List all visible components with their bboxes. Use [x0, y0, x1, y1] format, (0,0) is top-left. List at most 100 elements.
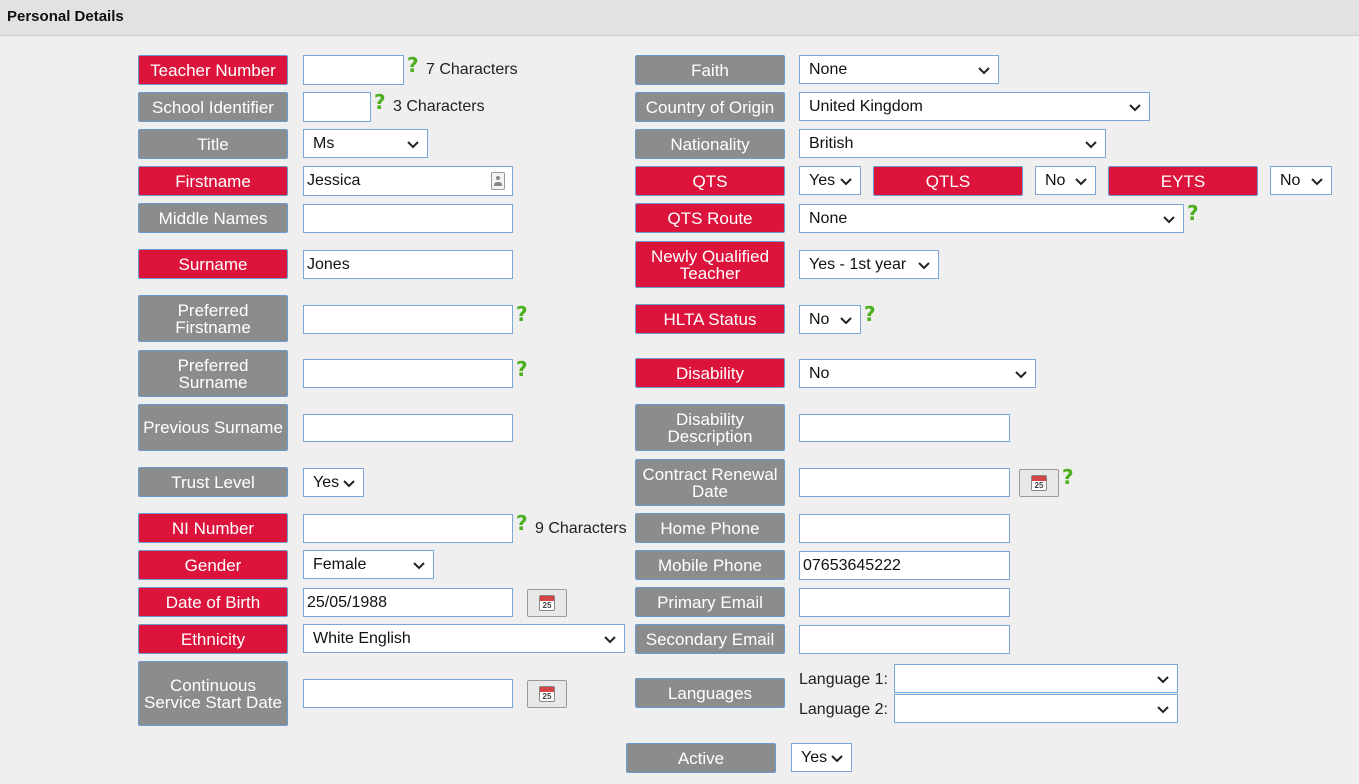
- date-of-birth-input[interactable]: 25/05/1988: [303, 588, 513, 617]
- preferred-surname-input[interactable]: [303, 359, 513, 388]
- secondary-email-input[interactable]: [799, 625, 1010, 654]
- home-phone-label: Home Phone: [635, 513, 785, 543]
- faith-select[interactable]: None: [799, 55, 999, 84]
- language-2-select[interactable]: [894, 694, 1178, 723]
- mobile-phone-label: Mobile Phone: [635, 550, 785, 580]
- hlta-status-help-icon[interactable]: ?: [864, 304, 876, 324]
- contact-card-icon[interactable]: [491, 172, 505, 190]
- qts-value: Yes: [809, 171, 836, 189]
- firstname-value: Jessica: [307, 172, 361, 189]
- qtls-label: QTLS: [873, 166, 1023, 196]
- chevron-down-icon: [1075, 178, 1087, 186]
- chevron-down-icon: [1157, 676, 1169, 684]
- chevron-down-icon: [1311, 178, 1323, 186]
- continuous-service-calendar-button[interactable]: 25: [527, 680, 567, 708]
- nqt-select[interactable]: Yes - 1st year: [799, 250, 939, 279]
- gender-label: Gender: [138, 550, 288, 580]
- teacher-number-input[interactable]: [303, 55, 404, 85]
- chevron-down-icon: [1129, 104, 1141, 112]
- disability-label: Disability: [635, 358, 785, 388]
- chevron-down-icon: [831, 755, 843, 763]
- school-identifier-help-icon[interactable]: ?: [374, 92, 386, 112]
- contract-renewal-date-input[interactable]: [799, 468, 1010, 497]
- disability-select[interactable]: No: [799, 359, 1036, 388]
- ni-number-help-icon[interactable]: ?: [516, 513, 528, 533]
- surname-input[interactable]: Jones: [303, 250, 513, 279]
- qtls-value: No: [1045, 171, 1066, 189]
- qts-label: QTS: [635, 166, 785, 196]
- secondary-email-label: Secondary Email: [635, 624, 785, 654]
- chevron-down-icon: [407, 141, 419, 149]
- nqt-label: Newly Qualified Teacher: [635, 241, 785, 288]
- continuous-service-input[interactable]: [303, 679, 513, 708]
- chevron-down-icon: [840, 317, 852, 325]
- trust-level-label: Trust Level: [138, 467, 288, 497]
- trust-level-value: Yes: [313, 473, 340, 491]
- hlta-status-value: No: [809, 310, 830, 328]
- continuous-service-label: Continuous Service Start Date: [138, 661, 288, 726]
- title-select[interactable]: Ms: [303, 129, 428, 158]
- ni-number-input[interactable]: [303, 514, 513, 543]
- firstname-label: Firstname: [138, 166, 288, 196]
- calendar-icon: 25: [539, 595, 555, 611]
- chevron-down-icon: [1157, 706, 1169, 714]
- faith-value: None: [809, 60, 848, 78]
- hlta-status-label: HLTA Status: [635, 304, 785, 334]
- qts-route-select[interactable]: None: [799, 204, 1184, 233]
- section-title: Personal Details: [7, 8, 124, 25]
- school-identifier-input[interactable]: [303, 92, 371, 122]
- preferred-surname-label: Preferred Surname: [138, 350, 288, 397]
- middle-names-input[interactable]: [303, 204, 513, 233]
- ethnicity-label: Ethnicity: [138, 624, 288, 654]
- hlta-status-select[interactable]: No: [799, 305, 861, 334]
- trust-level-select[interactable]: Yes: [303, 468, 364, 497]
- preferred-firstname-help-icon[interactable]: ?: [516, 304, 528, 324]
- disability-description-input[interactable]: [799, 414, 1010, 442]
- language-1-select[interactable]: [894, 664, 1178, 693]
- qts-route-help-icon[interactable]: ?: [1187, 203, 1199, 223]
- gender-select[interactable]: Female: [303, 550, 434, 579]
- title-label: Title: [138, 129, 288, 159]
- previous-surname-input[interactable]: [303, 414, 513, 442]
- languages-label: Languages: [635, 678, 785, 708]
- qts-select[interactable]: Yes: [799, 166, 861, 195]
- teacher-number-label: Teacher Number: [138, 55, 288, 85]
- preferred-firstname-input[interactable]: [303, 305, 513, 334]
- teacher-number-hint: 7 Characters: [426, 61, 518, 78]
- contract-renewal-help-icon[interactable]: ?: [1062, 467, 1074, 487]
- chevron-down-icon: [840, 178, 852, 186]
- nationality-select[interactable]: British: [799, 129, 1106, 158]
- nationality-value: British: [809, 134, 854, 152]
- teacher-number-help-icon[interactable]: ?: [407, 55, 419, 75]
- home-phone-input[interactable]: [799, 514, 1010, 543]
- date-of-birth-calendar-button[interactable]: 25: [527, 589, 567, 617]
- contract-renewal-date-label: Contract Renewal Date: [635, 459, 785, 506]
- qtls-select[interactable]: No: [1035, 166, 1096, 195]
- mobile-phone-input[interactable]: 07653645222: [799, 551, 1010, 580]
- eyts-select[interactable]: No: [1270, 166, 1332, 195]
- chevron-down-icon: [343, 480, 355, 488]
- calendar-icon: 25: [1031, 475, 1047, 491]
- chevron-down-icon: [1085, 141, 1097, 149]
- preferred-surname-help-icon[interactable]: ?: [516, 359, 528, 379]
- language-2-label: Language 2:: [799, 701, 888, 718]
- country-of-origin-label: Country of Origin: [635, 92, 785, 122]
- ethnicity-select[interactable]: White English: [303, 624, 625, 653]
- country-of-origin-select[interactable]: United Kingdom: [799, 92, 1150, 121]
- school-identifier-hint: 3 Characters: [393, 98, 485, 115]
- active-select[interactable]: Yes: [791, 743, 852, 772]
- firstname-input[interactable]: Jessica: [303, 166, 513, 196]
- ethnicity-value: White English: [313, 629, 411, 647]
- contract-renewal-calendar-button[interactable]: 25: [1019, 469, 1059, 497]
- nationality-label: Nationality: [635, 129, 785, 159]
- surname-label: Surname: [138, 249, 288, 279]
- school-identifier-label: School Identifier: [138, 92, 288, 122]
- chevron-down-icon: [413, 562, 425, 570]
- chevron-down-icon: [978, 67, 990, 75]
- ni-number-label: NI Number: [138, 513, 288, 543]
- eyts-label: EYTS: [1108, 166, 1258, 196]
- primary-email-input[interactable]: [799, 588, 1010, 617]
- title-select-value: Ms: [313, 134, 335, 152]
- ni-number-hint: 9 Characters: [535, 520, 627, 537]
- chevron-down-icon: [604, 636, 616, 644]
